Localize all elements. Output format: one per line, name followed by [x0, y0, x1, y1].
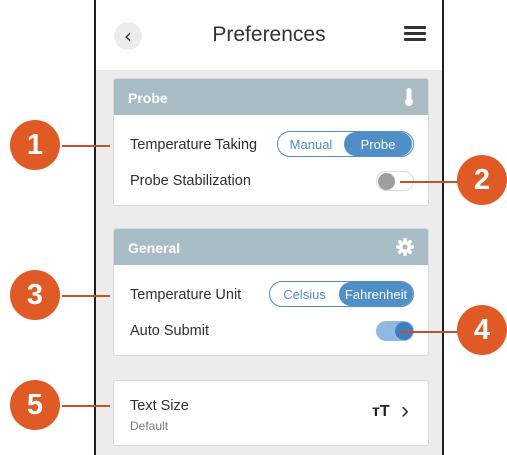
segment-manual[interactable]: Manual: [278, 132, 344, 156]
segment-fahrenheit[interactable]: Fahrenheit: [339, 282, 413, 306]
auto-submit-row: Auto Submit: [114, 311, 428, 351]
temperature-taking-segmented: Manual Probe: [277, 131, 414, 157]
callout-3: 3: [10, 270, 60, 320]
text-size-label: Text Size: [130, 398, 189, 414]
callout-leader-3: [62, 295, 110, 297]
callout-leader-4: [400, 331, 462, 333]
thermometer-icon: [403, 87, 415, 110]
segment-probe[interactable]: Probe: [344, 132, 412, 156]
temperature-unit-segmented: Celsius Fahrenheit: [269, 281, 414, 307]
callout-5: 5: [10, 380, 60, 430]
general-card: General Temperature Unit Celsius Fahrenh…: [113, 228, 429, 356]
top-bar: ‹ Preferences: [96, 0, 442, 70]
text-size-value: Default: [130, 419, 169, 433]
gear-icon[interactable]: [395, 237, 415, 260]
probe-stabilization-row: Probe Stabilization: [114, 161, 428, 201]
chevron-right-icon: ›: [401, 397, 409, 424]
callout-leader-2: [400, 181, 462, 183]
callout-leader-5: [62, 405, 110, 407]
auto-submit-label: Auto Submit: [130, 323, 209, 339]
general-section-title: General: [128, 240, 181, 256]
callout-1: 1: [10, 120, 60, 170]
general-section-header: General: [114, 229, 428, 265]
phone-frame: ‹ Preferences Probe Temperature Taking M…: [94, 0, 444, 455]
probe-stabilization-label: Probe Stabilization: [130, 173, 251, 189]
temperature-taking-label: Temperature Taking: [130, 137, 258, 153]
temperature-unit-label: Temperature Unit: [130, 287, 242, 303]
probe-section-header: Probe: [114, 79, 428, 115]
text-size-card[interactable]: Text Size Default тT ›: [113, 380, 429, 446]
probe-card: Probe Temperature Taking Manual Probe Pr…: [113, 78, 429, 206]
toggle-knob: [378, 173, 395, 190]
callout-2: 2: [457, 155, 507, 205]
temperature-unit-row: Temperature Unit Celsius Fahrenheit: [114, 275, 428, 315]
probe-section-title: Probe: [128, 90, 168, 106]
callout-4: 4: [457, 305, 507, 355]
temperature-taking-row: Temperature Taking Manual Probe: [114, 125, 428, 165]
menu-icon[interactable]: [404, 26, 426, 42]
page-title: Preferences: [212, 23, 326, 46]
callout-leader-1: [62, 145, 110, 147]
segment-celsius[interactable]: Celsius: [270, 282, 339, 306]
text-size-icon: тT: [372, 403, 390, 420]
